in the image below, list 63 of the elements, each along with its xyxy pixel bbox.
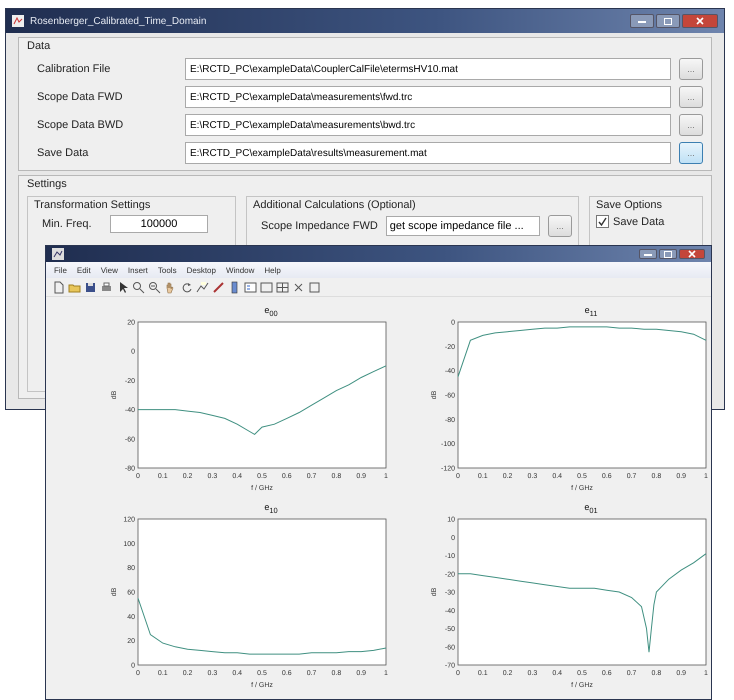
window-icon[interactable]: [260, 280, 273, 294]
browse-button[interactable]: ...: [679, 58, 703, 80]
menu-item[interactable]: Edit: [76, 266, 91, 274]
app-icon: [12, 15, 24, 27]
close-icon[interactable]: [292, 280, 305, 294]
chart-title: e$_{01}$: [584, 502, 598, 515]
path-field[interactable]: E:\RCTD_PC\exampleData\measurements\bwd.trc: [185, 114, 671, 136]
browse-button[interactable]: ...: [679, 142, 703, 164]
group-label: Data: [27, 40, 50, 52]
path-field[interactable]: E:\RCTD_PC\exampleData\CouplerCalFile\etermsHV10.mat: [185, 58, 671, 80]
zoom-in-icon[interactable]: [132, 280, 145, 294]
group-label: Settings: [27, 178, 67, 190]
new-file-icon[interactable]: [52, 280, 65, 294]
grid-icon[interactable]: [276, 280, 289, 294]
window-icon[interactable]: [308, 280, 321, 294]
field-label: Scope Data FWD: [36, 91, 124, 103]
impedance-field[interactable]: get scope impedance file ...: [386, 216, 540, 236]
brush-icon[interactable]: [212, 280, 225, 294]
panel-label: Save Options: [596, 199, 664, 211]
field-label: Scope Impedance FWD: [260, 220, 378, 232]
chart-title: e$_{11}$: [584, 305, 598, 318]
field-label: Save Data: [36, 147, 90, 159]
chart-title: e$_{00}$: [264, 305, 278, 318]
browse-button[interactable]: ...: [679, 86, 703, 108]
menu-item[interactable]: Insert: [128, 266, 148, 274]
menu-item[interactable]: Window: [226, 266, 254, 274]
menu-item[interactable]: View: [100, 266, 118, 274]
zoom-out-icon[interactable]: [148, 280, 161, 294]
close-button[interactable]: [679, 249, 705, 259]
field-label: Calibration File: [36, 63, 112, 75]
close-icon: [688, 250, 696, 258]
field-label: Min. Freq.: [41, 218, 93, 230]
minimize-icon: [638, 19, 646, 23]
window-title: Rosenberger_Calibrated_Time_Domain: [30, 16, 206, 26]
minimize-button[interactable]: [630, 14, 654, 28]
menu-item[interactable]: File: [54, 266, 67, 274]
path-field[interactable]: E:\RCTD_PC\exampleData\results\measurement.mat: [185, 142, 671, 164]
menu-item[interactable]: Help: [264, 266, 281, 274]
figure-icon: [52, 248, 64, 260]
menu-item[interactable]: Desktop: [186, 266, 216, 274]
chart-title: e$_{10}$: [264, 502, 278, 515]
save-data-checkbox[interactable]: Save Data: [596, 215, 696, 228]
data-cursor-icon[interactable]: [196, 280, 209, 294]
maximize-button[interactable]: [656, 14, 680, 28]
print-icon[interactable]: [100, 280, 113, 294]
frequency-field[interactable]: 100000: [110, 215, 208, 233]
close-icon: [696, 17, 704, 25]
rotate-icon[interactable]: [180, 280, 193, 294]
panel-label: Transformation Settings: [34, 199, 152, 211]
browse-button[interactable]: ...: [679, 114, 703, 136]
path-field[interactable]: E:\RCTD_PC\exampleData\measurements\fwd.trc: [185, 86, 671, 108]
save-icon[interactable]: [84, 280, 97, 294]
panel-label: Additional Calculations (Optional): [253, 199, 417, 211]
close-button[interactable]: [682, 14, 718, 28]
minimize-icon: [644, 252, 652, 256]
legend-icon[interactable]: [244, 280, 257, 294]
maximize-button[interactable]: [659, 249, 677, 259]
maximize-icon: [664, 250, 672, 258]
menu-item[interactable]: Tools: [158, 266, 177, 274]
browse-button[interactable]: ...: [548, 215, 572, 237]
maximize-icon: [664, 18, 672, 24]
minimize-button[interactable]: [639, 249, 657, 259]
field-label: Scope Data BWD: [36, 119, 124, 131]
